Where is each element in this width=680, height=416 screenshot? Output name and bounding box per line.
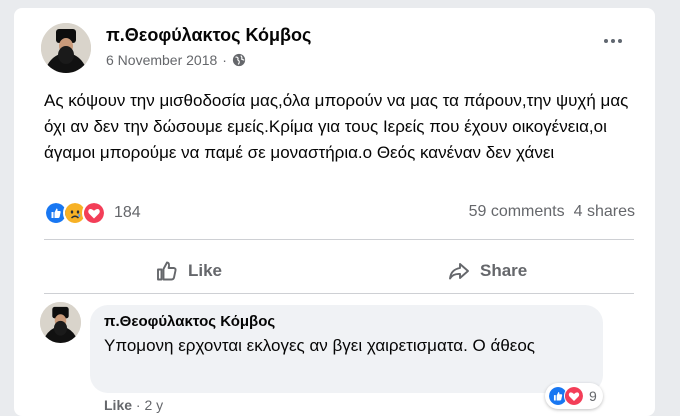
meta-separator: · [222,52,227,68]
comment-separator: · [135,397,141,413]
comment-age[interactable]: 2 y [144,397,163,413]
dot [611,39,615,43]
like-label: Like [188,261,223,280]
comment-author-name[interactable]: π.Θεοφύλακτος Κόμβος [104,313,275,330]
comment-actions: Like · 2 y [104,397,163,413]
like-button[interactable]: Like [155,254,222,288]
comment-like-button[interactable]: Like [104,397,132,413]
love-icon [82,201,106,225]
comment-text: Υπομονη ερχονται εκλογες αν βγει χαιρετι… [104,336,535,355]
post-meta: 6 November 2018 · [106,52,246,68]
like-icon [157,261,177,281]
shares-count-link[interactable]: 4 shares [574,203,635,220]
reaction-count: 184 [114,204,141,221]
comment-reactions[interactable]: 9 [545,383,603,409]
share-label: Share [480,261,528,280]
author-avatar[interactable] [41,23,91,73]
post-reactions[interactable]: 184 [44,201,141,225]
post-text: Ας κόψουν την μισθοδοσία μας,όλα μπορούν… [44,91,629,162]
dot [604,39,608,43]
love-icon [564,386,584,406]
comments-count-link[interactable]: 59 comments [469,203,565,220]
post-stats: 59 comments 4 shares [469,203,635,221]
dot [618,39,622,43]
commenter-avatar[interactable] [40,302,81,343]
post-card: π.Θεοφύλακτος Κόμβος 6 November 2018 · Α… [14,8,655,416]
share-button[interactable]: Share [447,254,527,288]
comment-bubble: π.Θεοφύλακτος Κόμβος Υπομονη ερχονται εκ… [90,305,603,393]
globe-icon [232,53,246,67]
comment-reaction-count: 9 [589,388,597,404]
divider [44,293,634,294]
post-date[interactable]: 6 November 2018 [106,52,217,68]
post-author-name[interactable]: π.Θεοφύλακτος Κόμβος [106,25,311,46]
post-options-button[interactable] [599,32,627,50]
share-icon [449,263,469,280]
divider [44,239,634,240]
